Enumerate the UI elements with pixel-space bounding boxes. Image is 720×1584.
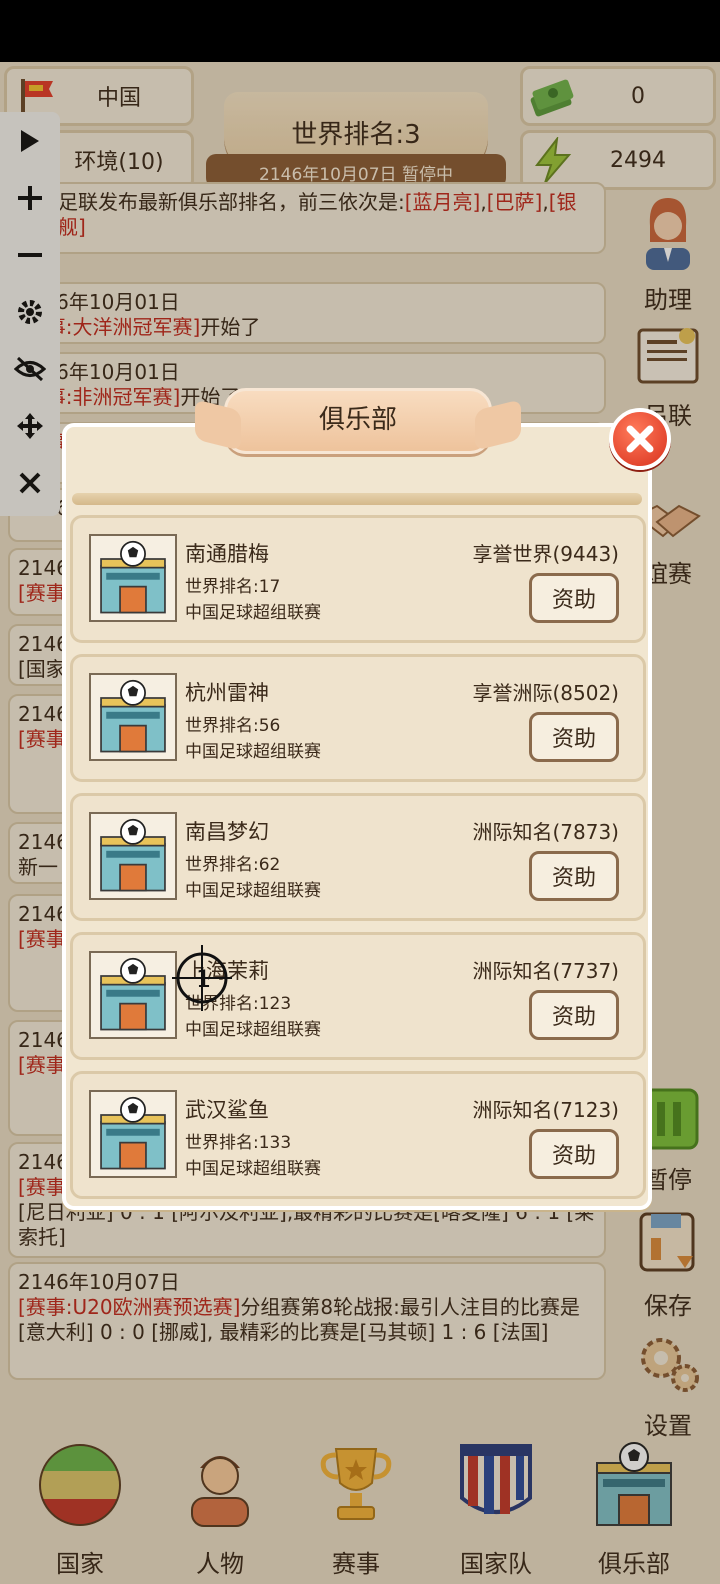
club-card[interactable]: 杭州雷神世界排名:56 中国足球超组联赛 享誉洲际(8502) 资助 [70,654,646,782]
club-card[interactable]: 南通腊梅世界排名:17 中国足球超组联赛 享誉世界(9443) 资助 [70,515,646,643]
club-logo-icon [89,534,177,622]
sponsor-button[interactable]: 资助 [529,573,619,623]
club-name: 杭州雷神 [185,681,269,705]
close-icon [626,425,654,453]
club-league: 中国足球超组联赛 [185,881,321,901]
club-league: 中国足球超组联赛 [185,1020,321,1040]
club-name: 南昌梦幻 [185,820,269,844]
crosshair-cursor-icon: 1 [172,943,232,1013]
club-reputation: 洲际知名(7873) [472,820,619,844]
club-card[interactable]: 南昌梦幻世界排名:62 中国足球超组联赛 洲际知名(7873) 资助 [70,793,646,921]
club-reputation: 洲际知名(7737) [472,959,619,983]
sponsor-button[interactable]: 资助 [529,851,619,901]
club-league: 中国足球超组联赛 [185,1159,321,1179]
club-world-rank: 世界排名:62 [185,855,281,875]
club-league: 中国足球超组联赛 [185,742,321,762]
club-world-rank: 世界排名:17 [185,577,281,597]
club-reputation: 享誉洲际(8502) [472,681,619,705]
club-world-rank: 世界排名:133 [185,1133,292,1153]
status-bar [0,0,720,62]
club-logo-icon [89,812,177,900]
modal-title: 俱乐部 [224,388,492,454]
club-logo-icon [89,951,177,1039]
clubs-modal: 南通腊梅 世界排名:17 中国足球超组联赛 享誉世界(9443) 资助 杭州雷神 世界排名:… [62,423,652,1210]
club-world-rank: 世界排名:56 [185,716,281,736]
club-reputation: 洲际知名(7123) [472,1098,619,1122]
svg-text:1: 1 [196,965,211,993]
club-card[interactable]: 武汉鲨鱼世界排名:133 中国足球超组联赛 洲际知名(7123) 资助 [70,1071,646,1199]
club-logo-icon [89,1090,177,1178]
club-card[interactable]: 上海茉莉 世界排名:123 中国足球超组联赛 洲际知名(7737) 资助 [70,932,646,1060]
club-league: 中国足球超组联赛 [185,603,321,623]
modal-divider [72,493,642,505]
club-logo-icon [89,673,177,761]
club-name: 南通腊梅 [185,542,269,566]
close-button[interactable] [609,408,671,470]
sponsor-button[interactable]: 资助 [529,1129,619,1179]
club-name: 武汉鲨鱼 [185,1098,269,1122]
club-reputation: 享誉世界(9443) [472,542,619,566]
sponsor-button[interactable]: 资助 [529,990,619,1040]
sponsor-button[interactable]: 资助 [529,712,619,762]
